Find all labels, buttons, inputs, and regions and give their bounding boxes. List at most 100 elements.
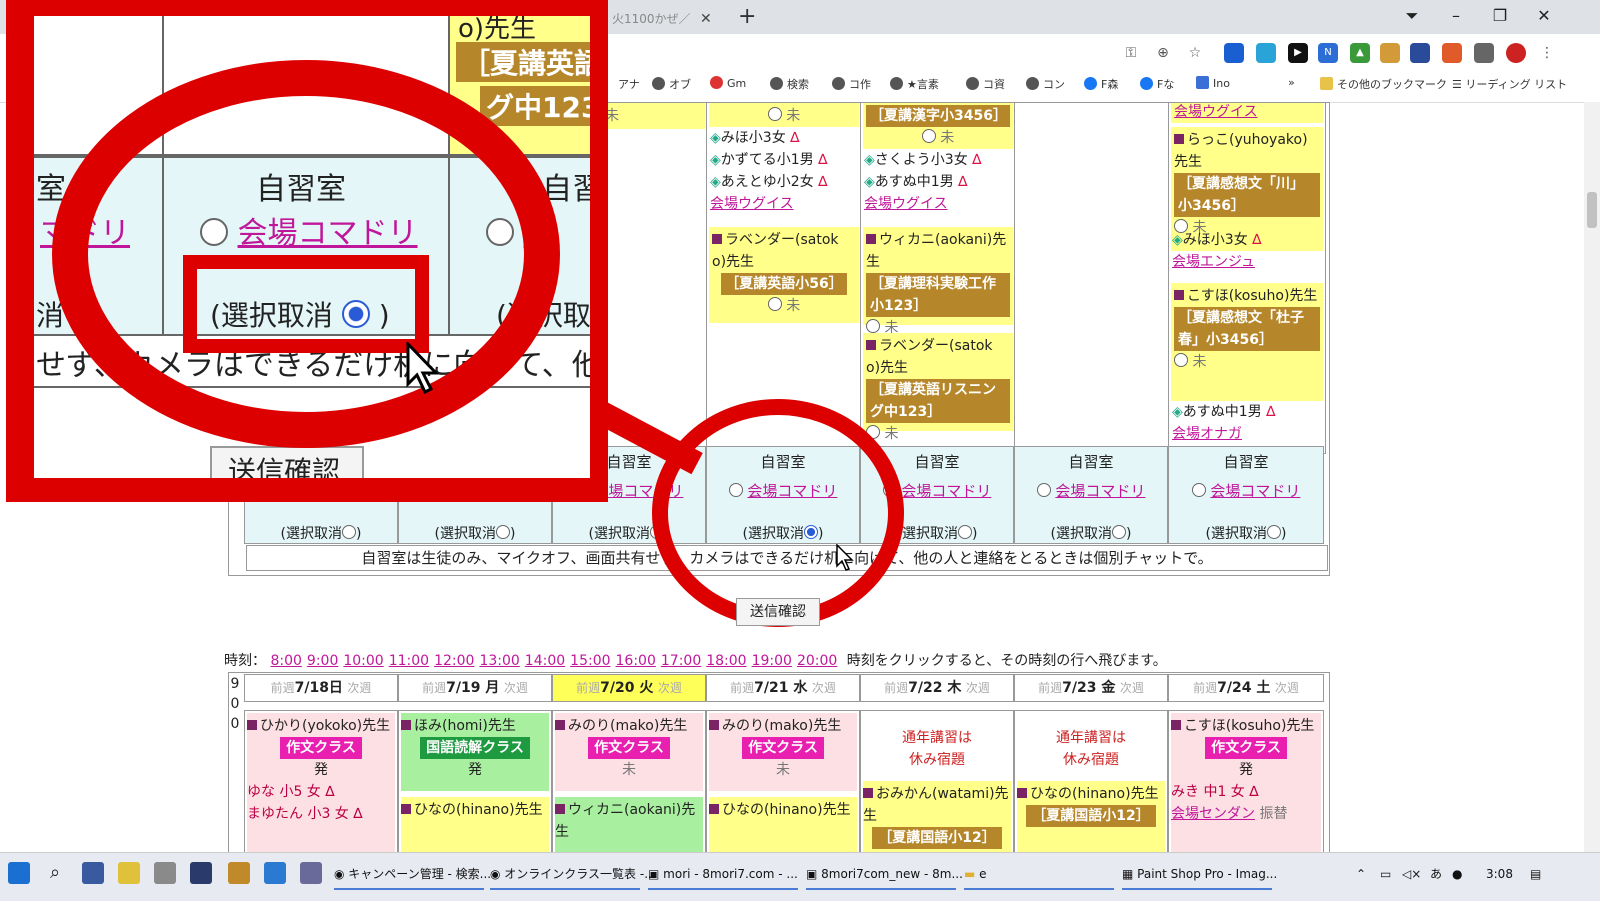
new-tab-icon[interactable]: + [738, 2, 756, 32]
teacher-name[interactable]: ひかり(yokoko)先生 [260, 718, 390, 734]
prev-week-link[interactable]: 前週 [422, 681, 446, 695]
windows-start-icon[interactable] [8, 862, 30, 884]
lesson-radio[interactable] [1174, 353, 1188, 367]
teacher-name[interactable]: ひなの(hinano)先生 [722, 802, 851, 818]
bookmark-folder-other[interactable]: その他のブックマーク [1320, 76, 1447, 92]
teacher-name[interactable]: ほみ(homi)先生 [414, 718, 516, 734]
app-icon[interactable] [118, 862, 140, 884]
venue-link[interactable]: 会場センダン [1171, 806, 1255, 822]
bookmark-item[interactable]: コ資 [966, 76, 1005, 92]
venue-link[interactable]: 会場ウグイス [864, 193, 948, 215]
selfstudy-radio[interactable] [1191, 483, 1206, 497]
taskbar-item[interactable]: ◉ オンラインクラス一覧表 -... [490, 860, 656, 890]
time-link[interactable]: 17:00 [661, 653, 701, 669]
lesson-radio[interactable] [921, 129, 936, 143]
search-icon[interactable]: ⌕ [44, 862, 66, 884]
tray-app-icon[interactable]: ● [1452, 860, 1462, 888]
tab-close-icon[interactable]: ✕ [700, 4, 712, 34]
teacher-name[interactable]: こすほ(kosuho)先生 [1187, 288, 1317, 304]
next-week-link[interactable]: 次週 [347, 681, 371, 695]
time-link[interactable]: 14:00 [525, 653, 565, 669]
teacher-name[interactable]: ウィカニ(aokani)先生 [555, 802, 695, 840]
prev-week-link[interactable]: 前週 [884, 681, 908, 695]
teacher-name[interactable]: おみかん(watami)先生 [863, 786, 1009, 824]
bookmark-item[interactable]: アナ [618, 76, 640, 92]
tray-chevron-icon[interactable]: ⌃ [1356, 860, 1366, 888]
student-entry[interactable]: ◈みほ小3女 ∆ [1172, 229, 1262, 251]
time-link[interactable]: 12:00 [434, 653, 474, 669]
bookmark-item[interactable]: オブ [652, 76, 691, 92]
cancel-radio[interactable] [342, 525, 356, 539]
bookmark-item[interactable]: 検索 [770, 76, 809, 92]
prev-week-link[interactable]: 前週 [1193, 681, 1217, 695]
app-icon[interactable] [154, 862, 176, 884]
taskbar-item[interactable]: ▣ 8mori7com_new - 8m... [806, 860, 963, 890]
time-link[interactable]: 20:00 [797, 653, 837, 669]
student-entry[interactable]: ◈あすぬ中1男 ∆ [1172, 401, 1276, 423]
time-link[interactable]: 19:00 [752, 653, 792, 669]
taskbar-item[interactable]: ◉ キャンペーン管理 - 検索... [334, 860, 491, 890]
selfstudy-radio[interactable] [1036, 483, 1051, 497]
bookmark-item[interactable]: Ino [1196, 76, 1230, 90]
cancel-radio[interactable] [1267, 525, 1281, 539]
venue-link[interactable]: 会場ウグイス [710, 193, 794, 215]
bookmark-item[interactable]: Fな [1140, 76, 1174, 92]
taskbar-item[interactable]: ▬ e [964, 860, 1114, 890]
app-icon[interactable] [228, 862, 250, 884]
venue-link[interactable]: 会場コマドリ [1055, 482, 1145, 500]
next-week-link[interactable]: 次週 [1120, 681, 1144, 695]
bookmark-item[interactable]: F森 [1084, 76, 1118, 92]
teacher-name[interactable]: らっこ(yuhoyako)先生 [1174, 132, 1308, 170]
bookmark-star-icon[interactable]: ☆ [1186, 44, 1204, 62]
drive-icon[interactable]: ▲ [1350, 43, 1370, 63]
cancel-radio[interactable] [958, 525, 972, 539]
lesson-radio[interactable] [866, 319, 880, 333]
lesson-radio[interactable] [767, 297, 782, 311]
reading-list[interactable]: ☰ リーディング リスト [1452, 76, 1567, 92]
student-entry[interactable]: ◈あえとゆ小2女 ∆ [710, 171, 828, 193]
megaphone-icon[interactable] [1442, 43, 1462, 63]
time-link[interactable]: 11:00 [389, 653, 429, 669]
next-week-link[interactable]: 次週 [812, 681, 836, 695]
next-week-link[interactable]: 次週 [504, 681, 528, 695]
venue-link[interactable]: 会場オナガ [1172, 423, 1242, 445]
teacher-name[interactable]: ラベンダー(satok o)先生 [712, 232, 839, 270]
prev-week-link[interactable]: 前週 [576, 681, 600, 695]
bookmark-item[interactable]: Gm [710, 76, 746, 90]
cookie-icon[interactable] [1380, 43, 1400, 63]
teacher-name[interactable]: ひなの(hinano)先生 [414, 802, 543, 818]
student-entry[interactable]: ゆな 小5 女 ∆ [247, 781, 395, 803]
time-link[interactable]: 15:00 [570, 653, 610, 669]
prev-week-link[interactable]: 前週 [1038, 681, 1062, 695]
student-entry[interactable]: ◈あすぬ中1男 ∆ [864, 171, 968, 193]
battery-icon[interactable]: ▭ [1380, 860, 1391, 888]
next-week-link[interactable]: 次週 [1275, 681, 1299, 695]
zoom-icon[interactable]: ⊕ [1154, 44, 1172, 62]
prev-week-link[interactable]: 前週 [730, 681, 754, 695]
extension-icon[interactable] [1410, 43, 1430, 63]
scrollbar-thumb[interactable] [1587, 192, 1597, 228]
key-icon[interactable]: ⚿ [1122, 44, 1140, 62]
teacher-name[interactable]: ラベンダー(satok o)先生 [866, 338, 993, 376]
taskbar-item[interactable]: ▦ Paint Shop Pro - Imag... [1122, 860, 1277, 890]
edge-icon[interactable] [264, 862, 286, 884]
puzzle-icon[interactable] [1474, 43, 1494, 63]
bookmarks-more[interactable]: » [1288, 76, 1295, 89]
teacher-name[interactable]: こすほ(kosuho)先生 [1184, 718, 1314, 734]
taskbar-item[interactable]: ▣ mori - 8mori7.com - ... [648, 860, 798, 890]
clock[interactable]: 3:08 [1486, 860, 1513, 888]
notifications-icon[interactable]: ▤ [1530, 860, 1541, 888]
venue-link[interactable]: 会場コマドリ [1210, 482, 1300, 500]
extension-icon[interactable] [1256, 43, 1276, 63]
student-entry[interactable]: ◈かずてる小1男 ∆ [710, 149, 828, 171]
time-link[interactable]: 9:00 [307, 653, 338, 669]
student-entry[interactable]: ◈さくよう小3女 ∆ [864, 149, 982, 171]
student-entry[interactable]: まゆたん 小3 女 ∆ [247, 803, 395, 825]
extension-icon[interactable]: ▶ [1288, 43, 1308, 63]
time-link[interactable]: 16:00 [616, 653, 656, 669]
student-entry[interactable]: ◈みほ小3女 ∆ [710, 127, 800, 149]
bookmark-item[interactable]: ★言素 [890, 76, 939, 92]
cancel-radio[interactable] [496, 525, 510, 539]
minimize-icon[interactable]: – [1436, 0, 1476, 34]
venue-link[interactable]: 会場コマドリ [901, 482, 991, 500]
